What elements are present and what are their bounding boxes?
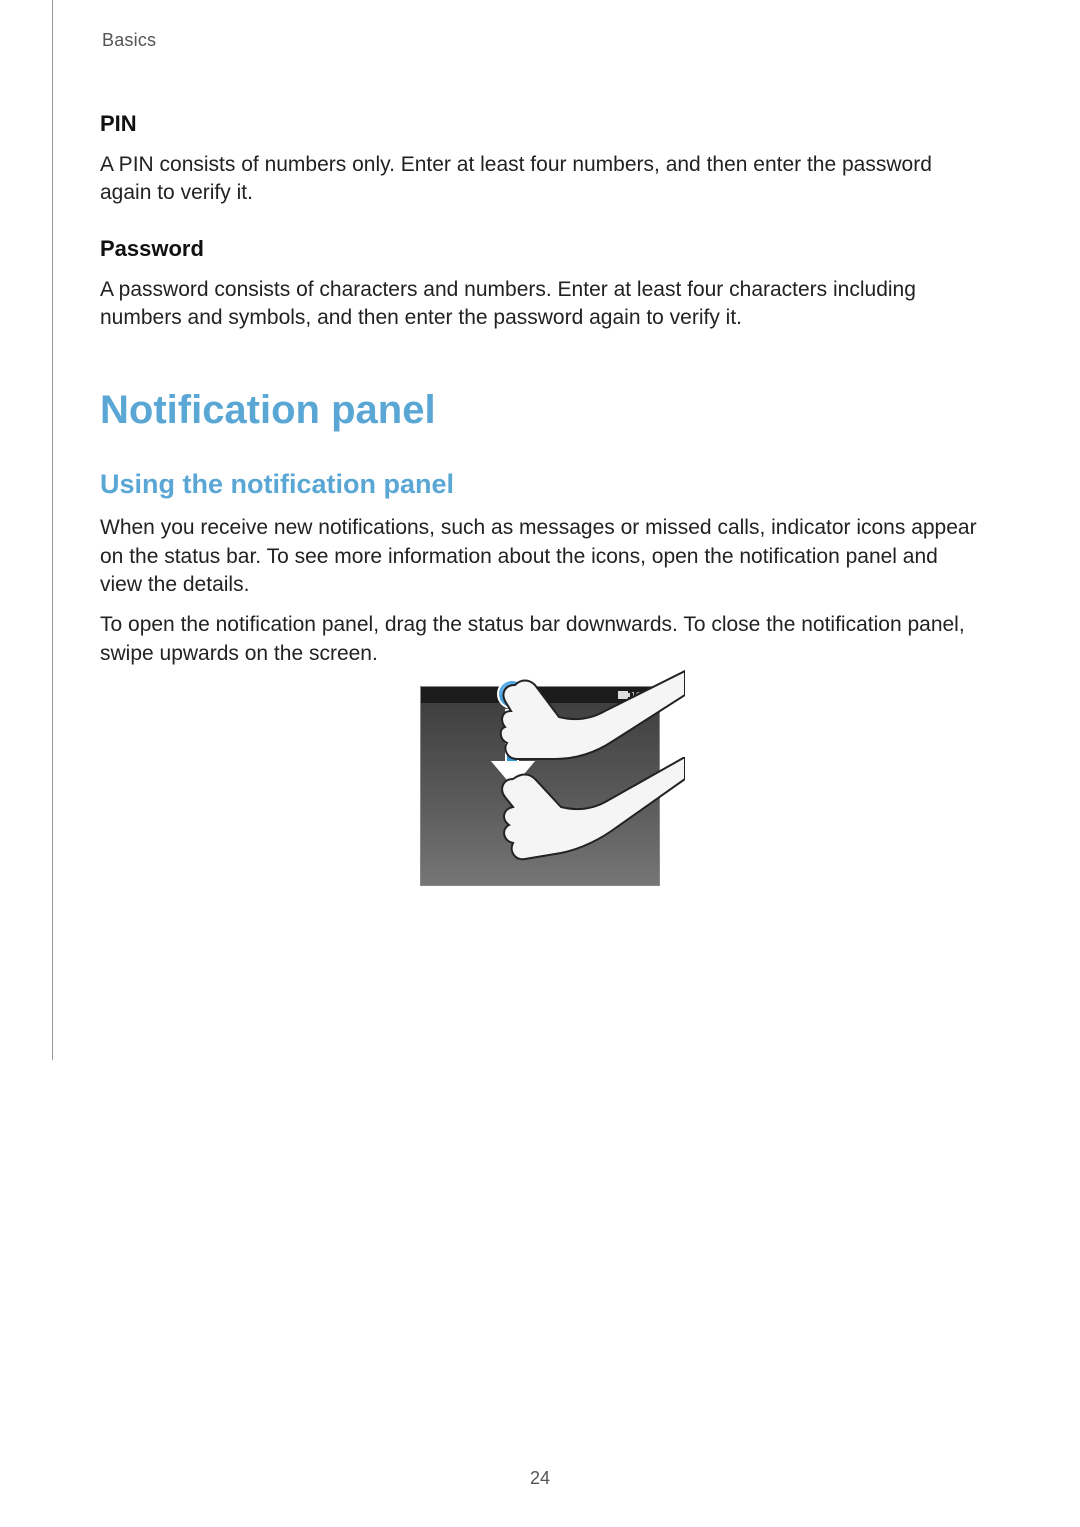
hand-bottom-icon: [495, 757, 685, 887]
password-body: A password consists of characters and nu…: [100, 276, 980, 333]
subsection-title: Using the notification panel: [100, 469, 980, 500]
figure-container: 10:00: [100, 686, 980, 886]
section-title: Notification panel: [100, 388, 980, 433]
manual-page: Basics PIN A PIN consists of numbers onl…: [0, 0, 1080, 1527]
pin-heading: PIN: [100, 111, 980, 137]
margin-rule: [52, 0, 53, 1060]
paragraph-2: To open the notification panel, drag the…: [100, 611, 980, 668]
password-heading: Password: [100, 236, 980, 262]
paragraph-1: When you receive new notifications, such…: [100, 514, 980, 599]
chapter-label: Basics: [102, 30, 980, 51]
device-illustration: 10:00: [420, 686, 660, 886]
pin-body: A PIN consists of numbers only. Enter at…: [100, 151, 980, 208]
page-number: 24: [0, 1468, 1080, 1489]
